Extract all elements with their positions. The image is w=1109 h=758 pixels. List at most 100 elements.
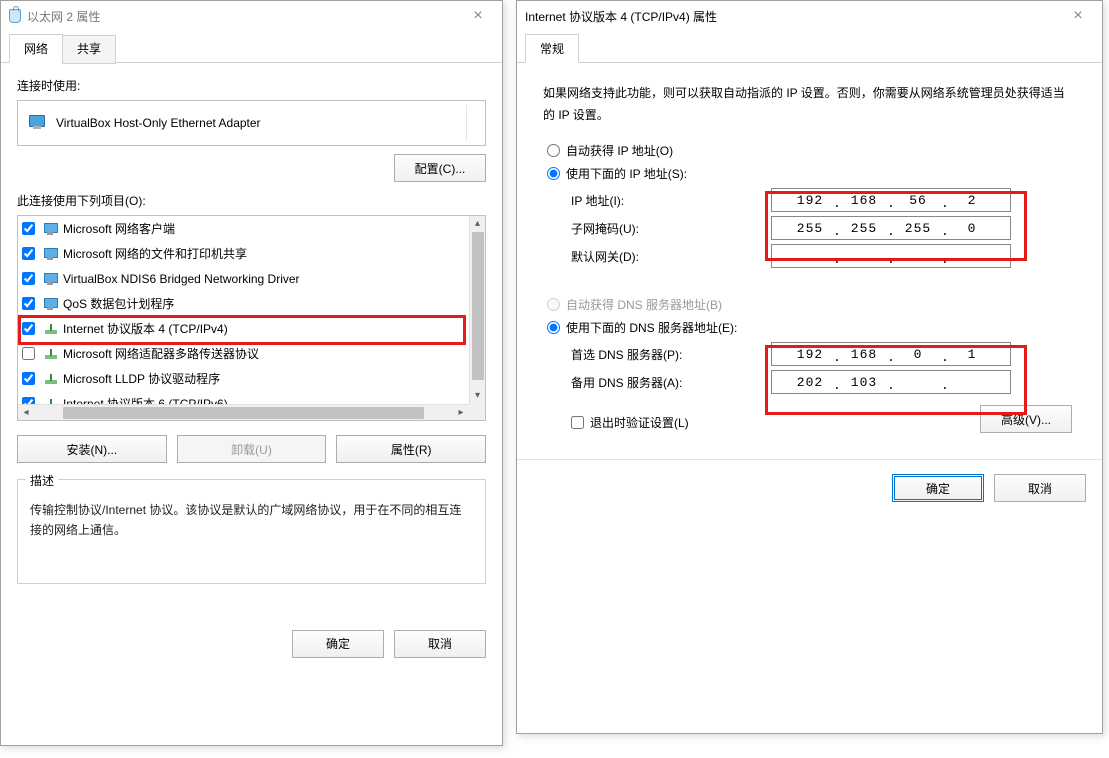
list-item[interactable]: Internet 协议版本 4 (TCP/IPv4) bbox=[18, 316, 469, 341]
list-item[interactable]: Microsoft 网络客户端 bbox=[18, 216, 469, 241]
subnet-mask-label: 子网掩码(U): bbox=[571, 220, 771, 237]
configure-button[interactable]: 配置(C)... bbox=[394, 154, 486, 182]
tab-sharing[interactable]: 共享 bbox=[62, 35, 116, 64]
radio-manual-dns[interactable]: 使用下面的 DNS 服务器地址(E): bbox=[547, 319, 1076, 336]
properties-button[interactable]: 属性(R) bbox=[336, 435, 486, 463]
ip-octet[interactable]: 168 bbox=[841, 347, 887, 362]
vertical-scrollbar[interactable]: ▴ ▾ bbox=[469, 216, 485, 404]
ip-octet[interactable]: 202 bbox=[787, 375, 833, 390]
service-label: Microsoft 网络适配器多路传送器协议 bbox=[63, 345, 259, 362]
ip-octet[interactable]: 2 bbox=[949, 193, 995, 208]
service-checkbox[interactable] bbox=[22, 322, 35, 335]
tabstrip: 网络 共享 bbox=[1, 33, 502, 63]
service-label: Internet 协议版本 4 (TCP/IPv4) bbox=[63, 320, 228, 337]
client-icon bbox=[43, 297, 59, 311]
tab-network[interactable]: 网络 bbox=[9, 34, 63, 63]
radio-manual-ip[interactable]: 使用下面的 IP 地址(S): bbox=[547, 165, 1076, 182]
cancel-button[interactable]: 取消 bbox=[994, 474, 1086, 502]
adapter-name: VirtualBox Host-Only Ethernet Adapter bbox=[56, 116, 261, 130]
ethernet-properties-dialog: 以太网 2 属性 × 网络 共享 连接时使用: VirtualBox Host-… bbox=[0, 0, 503, 746]
service-label: VirtualBox NDIS6 Bridged Networking Driv… bbox=[63, 272, 300, 286]
service-label: Microsoft 网络客户端 bbox=[63, 220, 175, 237]
radio-auto-dns: 自动获得 DNS 服务器地址(B) bbox=[547, 296, 1076, 313]
service-checkbox[interactable] bbox=[22, 272, 35, 285]
protocol-icon bbox=[43, 372, 59, 386]
service-checkbox[interactable] bbox=[22, 347, 35, 360]
install-button[interactable]: 安装(N)... bbox=[17, 435, 167, 463]
ok-button[interactable]: 确定 bbox=[892, 474, 984, 502]
ip-octet[interactable]: 255 bbox=[841, 221, 887, 236]
scroll-up-icon[interactable]: ▴ bbox=[475, 216, 480, 232]
scroll-down-icon[interactable]: ▾ bbox=[475, 388, 480, 404]
dns1-label: 首选 DNS 服务器(P): bbox=[571, 346, 771, 363]
description-text: 传输控制协议/Internet 协议。该协议是默认的广域网络协议，用于在不同的相… bbox=[30, 500, 473, 541]
scroll-left-icon[interactable]: ◂ bbox=[18, 407, 34, 418]
connect-using-label: 连接时使用: bbox=[17, 77, 486, 94]
service-label: QoS 数据包计划程序 bbox=[63, 295, 174, 312]
service-label: Microsoft LLDP 协议驱动程序 bbox=[63, 370, 220, 387]
radio-auto-ip[interactable]: 自动获得 IP 地址(O) bbox=[547, 142, 1076, 159]
titlebar: 以太网 2 属性 × bbox=[1, 1, 502, 31]
dns1-input[interactable]: 192.168.0.1 bbox=[771, 342, 1011, 366]
ip-octet[interactable]: 255 bbox=[895, 221, 941, 236]
gateway-input[interactable]: ... bbox=[771, 244, 1011, 268]
services-listbox[interactable]: Microsoft 网络客户端 Microsoft 网络的文件和打印机共享 Virt… bbox=[17, 215, 486, 421]
close-icon[interactable]: × bbox=[1058, 7, 1098, 25]
list-item[interactable]: Microsoft 网络的文件和打印机共享 bbox=[18, 241, 469, 266]
ip-octet[interactable]: 192 bbox=[787, 347, 833, 362]
dns2-row: 备用 DNS 服务器(A): 202.103.. bbox=[571, 370, 1076, 394]
dns2-label: 备用 DNS 服务器(A): bbox=[571, 374, 771, 391]
dialog-title: Internet 协议版本 4 (TCP/IPv4) 属性 bbox=[525, 8, 717, 25]
ip-octet[interactable]: 255 bbox=[787, 221, 833, 236]
description-group: 描述 传输控制协议/Internet 协议。该协议是默认的广域网络协议，用于在不… bbox=[17, 479, 486, 584]
protocol-icon bbox=[43, 322, 59, 336]
list-item[interactable]: QoS 数据包计划程序 bbox=[18, 291, 469, 316]
list-item[interactable]: Microsoft 网络适配器多路传送器协议 bbox=[18, 341, 469, 366]
ip-octet[interactable]: 192 bbox=[787, 193, 833, 208]
close-icon[interactable]: × bbox=[458, 7, 498, 25]
scroll-thumb[interactable] bbox=[472, 232, 484, 380]
tab-general[interactable]: 常规 bbox=[525, 34, 579, 63]
dns2-input[interactable]: 202.103.. bbox=[771, 370, 1011, 394]
ip-address-input[interactable]: 192.168.56.2 bbox=[771, 188, 1011, 212]
list-item[interactable]: Microsoft LLDP 协议驱动程序 bbox=[18, 366, 469, 391]
ok-button[interactable]: 确定 bbox=[292, 630, 384, 658]
hscroll-thumb[interactable] bbox=[63, 407, 424, 419]
subnet-mask-input[interactable]: 255.255.255.0 bbox=[771, 216, 1011, 240]
dns1-row: 首选 DNS 服务器(P): 192.168.0.1 bbox=[571, 342, 1076, 366]
service-label: Internet 协议版本 6 (TCP/IPv6) bbox=[63, 395, 228, 404]
scroll-right-icon[interactable]: ▸ bbox=[453, 407, 469, 418]
uninstall-button: 卸载(U) bbox=[177, 435, 327, 463]
service-checkbox[interactable] bbox=[22, 297, 35, 310]
ip-octet[interactable]: 1 bbox=[949, 347, 995, 362]
service-label: Microsoft 网络的文件和打印机共享 bbox=[63, 245, 247, 262]
client-icon bbox=[43, 222, 59, 236]
items-label: 此连接使用下列项目(O): bbox=[17, 192, 486, 209]
validate-checkbox[interactable] bbox=[571, 416, 584, 429]
horizontal-scrollbar[interactable]: ◂ ▸ bbox=[18, 404, 469, 420]
protocol-icon bbox=[43, 347, 59, 361]
ip-octet[interactable]: 0 bbox=[949, 221, 995, 236]
ip-octet[interactable]: 168 bbox=[841, 193, 887, 208]
ip-octet[interactable]: 56 bbox=[895, 193, 941, 208]
ip-octet[interactable]: 0 bbox=[895, 347, 941, 362]
cancel-button[interactable]: 取消 bbox=[394, 630, 486, 658]
service-checkbox[interactable] bbox=[22, 247, 35, 260]
client-icon bbox=[43, 272, 59, 286]
service-checkbox[interactable] bbox=[22, 397, 35, 404]
gateway-label: 默认网关(D): bbox=[571, 248, 771, 265]
adapter-display: VirtualBox Host-Only Ethernet Adapter bbox=[17, 100, 486, 146]
list-item[interactable]: VirtualBox NDIS6 Bridged Networking Driv… bbox=[18, 266, 469, 291]
advanced-button[interactable]: 高级(V)... bbox=[980, 405, 1072, 433]
service-checkbox[interactable] bbox=[22, 222, 35, 235]
validate-label: 退出时验证设置(L) bbox=[590, 414, 689, 431]
description-legend: 描述 bbox=[26, 472, 58, 489]
ip-octet[interactable]: 103 bbox=[841, 375, 887, 390]
service-checkbox[interactable] bbox=[22, 372, 35, 385]
protocol-icon bbox=[43, 397, 59, 405]
tcpipv4-properties-dialog: Internet 协议版本 4 (TCP/IPv4) 属性 × 常规 如果网络支… bbox=[516, 0, 1103, 734]
network-adapter-icon bbox=[28, 115, 48, 131]
subnet-mask-row: 子网掩码(U): 255.255.255.0 bbox=[571, 216, 1076, 240]
list-item[interactable]: Internet 协议版本 6 (TCP/IPv6) bbox=[18, 391, 469, 404]
titlebar: Internet 协议版本 4 (TCP/IPv4) 属性 × bbox=[517, 1, 1102, 31]
